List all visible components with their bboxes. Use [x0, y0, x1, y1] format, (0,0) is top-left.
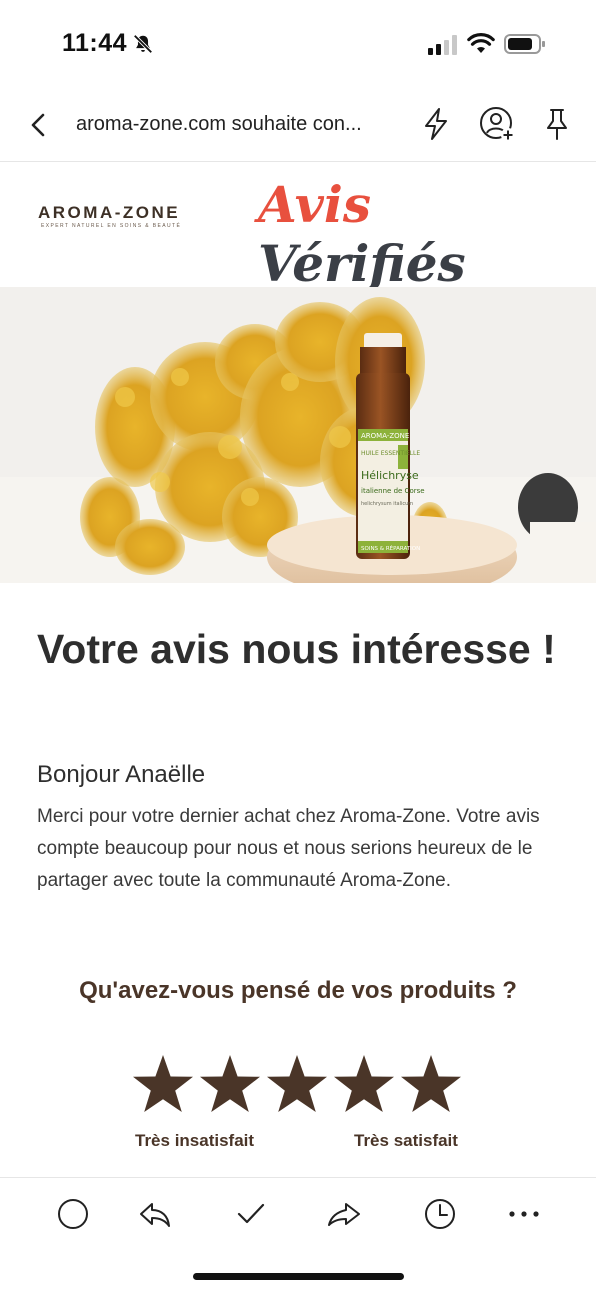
cellular-signal-icon [428, 35, 457, 55]
brand-row: AROMA-ZONE EXPERT NATUREL EN SOINS & BEA… [0, 163, 596, 293]
avis-verifies-logo-verifies: Vérifiés [258, 234, 466, 293]
aroma-zone-logo[interactable]: AROMA-ZONE EXPERT NATUREL EN SOINS & BEA… [38, 203, 188, 233]
aroma-zone-logo-name: AROMA-ZONE [38, 203, 181, 222]
bell-slash-icon [133, 34, 153, 54]
more-icon[interactable] [506, 1196, 542, 1232]
status-time: 11:44 [62, 29, 128, 57]
star-3-icon[interactable] [266, 1053, 328, 1115]
add-contact-icon[interactable] [478, 105, 516, 143]
aroma-zone-logo-tagline: EXPERT NATUREL EN SOINS & BEAUTÉ [41, 223, 182, 229]
bottle-latin-text: helichrysum italicum [361, 501, 413, 507]
status-bar: 11:44 [0, 0, 596, 90]
star-5-icon[interactable] [400, 1053, 462, 1115]
rating-stars [132, 1053, 462, 1117]
rating-low-label: Très insatisfait [135, 1131, 255, 1150]
avis-verifies-logo-avis: Avis [258, 175, 371, 234]
hero-illustration: AROMA-ZONE HUILE ESSENTIELLE Hélichryse … [0, 287, 596, 583]
bottom-action-bar [0, 1177, 596, 1253]
bottle-variety-text: italienne de Corse [361, 487, 425, 495]
reply-icon[interactable] [137, 1196, 173, 1232]
home-indicator[interactable] [193, 1273, 404, 1280]
battery-icon [504, 34, 545, 54]
checkmark-icon[interactable] [233, 1196, 269, 1232]
email-header-bar: aroma-zone.com souhaite con... [0, 92, 596, 162]
rating-question: Qu'avez-vous pensé de vos produits ? [79, 977, 517, 1004]
circle-icon[interactable] [55, 1196, 91, 1232]
email-body: AROMA-ZONE EXPERT NATUREL EN SOINS & BEA… [0, 163, 596, 1176]
bottle-type-text: HUILE ESSENTIELLE [361, 450, 420, 457]
bottle-brand-text: AROMA-ZONE [361, 432, 409, 440]
email-headline: Votre avis nous intéresse ! [37, 626, 556, 672]
email-greeting: Bonjour Anaëlle [37, 761, 206, 788]
email-body-text: Merci pour votre dernier achat chez Arom… [37, 806, 540, 891]
back-chevron-icon[interactable] [22, 108, 56, 142]
email-subject-title[interactable]: aroma-zone.com souhaite con... [76, 113, 396, 136]
avis-verifies-logo[interactable]: Avis Vérifiés [258, 175, 568, 293]
forward-icon[interactable] [326, 1196, 362, 1232]
wifi-icon [467, 33, 495, 53]
lightning-icon[interactable] [419, 106, 453, 142]
bottle-footer-text: SOINS & RÉPARATION [361, 544, 420, 552]
star-2-icon[interactable] [199, 1053, 261, 1115]
pin-icon[interactable] [541, 106, 573, 142]
bottle-name-text: Hélichryse [361, 469, 419, 482]
star-1-icon[interactable] [132, 1053, 194, 1115]
rating-high-label: Très satisfait [354, 1131, 458, 1150]
star-4-icon[interactable] [333, 1053, 395, 1115]
hero-image: AROMA-ZONE HUILE ESSENTIELLE Hélichryse … [0, 287, 596, 583]
clock-icon[interactable] [422, 1196, 458, 1232]
